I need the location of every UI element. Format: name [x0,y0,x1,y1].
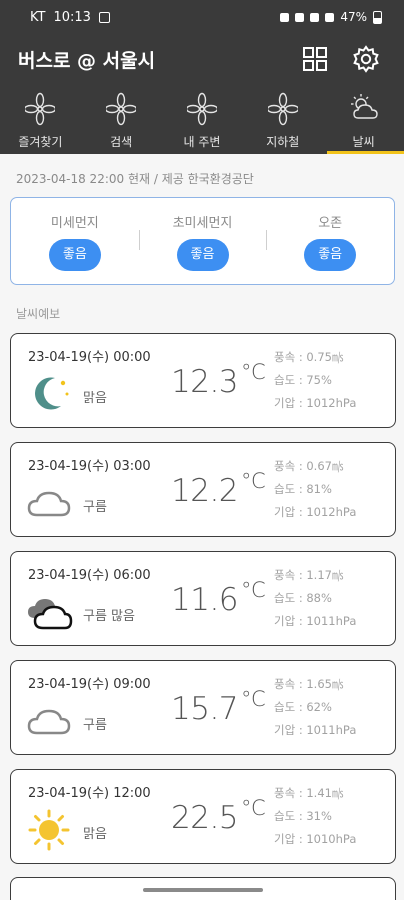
bluetooth-icon [295,12,305,22]
tab-nearby[interactable]: 내 주변 [162,84,243,154]
tab-label: 즐겨찾기 [18,135,63,149]
forecast-card: 23-04-19(수) 09:00 구름 15.7 °C 풍속 : 1.65㎧ 습… [10,660,396,755]
tab-search[interactable]: 검색 [81,84,162,154]
temperature-value: 12.2 [171,473,239,509]
fan-icon [106,92,137,126]
forecast-card: 23-04-19(수) 12:00 맑음 22.5 °C 풍속 : 1.41㎧ 습… [10,769,396,864]
air-quality-name: 미세먼지 [50,216,99,231]
air-quality-item: 오존 좋음 [266,198,394,284]
pressure: 기압 : 1012hPa [274,505,357,519]
temperature-value: 11.6 [171,582,239,618]
forecast-card: 23-04-19(수) 06:00 구름 많음 11.6 °C 풍속 : 1.17… [10,551,396,646]
pressure: 기압 : 1010hPa [274,832,357,846]
cloud-icon [27,709,71,735]
pressure: 기압 : 1011hPa [274,723,357,737]
temperature-unit: °C [241,687,266,711]
air-quality-status-badge: 좋음 [48,239,101,271]
gear-icon[interactable] [352,45,380,73]
tab-subway[interactable]: 지하철 [242,84,323,154]
tab-weather[interactable]: 날씨 [323,84,404,154]
battery-icon [373,10,382,24]
forecast-condition: 맑음 [83,391,107,406]
tab-label: 검색 [110,135,133,149]
tab-label: 날씨 [352,135,375,149]
fan-icon [25,92,56,126]
forecast-datetime: 23-04-19(수) 09:00 [28,677,151,692]
tab-favorites[interactable]: 즐겨찾기 [0,84,81,154]
mute-icon [310,12,320,22]
clock: 10:13 [53,10,91,25]
wind-speed: 풍속 : 1.17㎧ [274,568,344,582]
forecast-datetime: 23-04-19(수) 06:00 [28,568,151,583]
signal-icon [325,12,335,22]
forecast-condition: 구름 [83,718,107,733]
humidity: 습도 : 88% [274,591,332,605]
image-notification-icon [98,12,110,23]
tab-label: 지하철 [266,135,300,149]
status-bar: KT 10:13 47% [0,0,404,36]
air-quality-status-badge: 좋음 [304,239,357,271]
fan-icon [267,92,298,126]
tab-bar: 즐겨찾기 검색 내 주변 지하철 날씨 [0,84,404,154]
fan-icon [186,92,217,126]
tab-label: 내 주변 [183,135,221,149]
wind-speed: 풍속 : 1.41㎧ [274,786,344,800]
grid-icon[interactable] [302,46,328,72]
update-info: 2023-04-18 22:00 현재 / 제공 한국환경공단 [16,172,254,186]
alarm-icon [280,12,290,22]
forecast-temperature: 12.3 °C [171,360,266,400]
air-quality-card: 미세먼지 좋음 초미세먼지 좋음 오존 좋음 [10,197,395,285]
forecast-temperature: 15.7 °C [171,687,266,727]
pressure: 기압 : 1011hPa [274,614,357,628]
temperature-unit: °C [241,469,266,493]
forecast-temperature: 22.5 °C [171,796,266,836]
cloud-icon [27,491,71,517]
forecast-condition: 구름 [83,500,107,515]
forecast-datetime: 23-04-19(수) 00:00 [28,350,151,365]
humidity: 습도 : 81% [274,482,332,496]
temperature-value: 22.5 [171,800,239,836]
forecast-datetime: 23-04-19(수) 03:00 [28,459,151,474]
forecast-card: 23-04-19(수) 03:00 구름 12.2 °C 풍속 : 0.67㎧ 습… [10,442,396,537]
wind-speed: 풍속 : 1.65㎧ [274,677,344,691]
humidity: 습도 : 75% [274,373,332,387]
forecast-condition: 구름 많음 [83,609,135,624]
humidity: 습도 : 31% [274,809,332,823]
forecast-card: 23-04-19(수) 00:00 맑음 12.3 °C 풍속 : 0.75㎧ 습… [10,333,396,428]
battery-percent: 47% [340,10,367,24]
wind-speed: 풍속 : 0.67㎧ [274,459,344,473]
humidity: 습도 : 62% [274,700,332,714]
air-quality-item: 초미세먼지 좋음 [138,198,267,284]
carrier-label: KT [30,10,46,25]
temperature-value: 15.7 [171,691,239,727]
moon-icon [35,377,69,410]
air-quality-name: 오존 [318,216,343,231]
wind-speed: 풍속 : 0.75㎧ [274,350,344,364]
air-quality-name: 초미세먼지 [172,216,233,231]
temperature-unit: °C [241,796,266,820]
forecast-datetime: 23-04-19(수) 12:00 [28,786,151,801]
pressure: 기압 : 1012hPa [274,396,357,410]
forecast-temperature: 11.6 °C [171,578,266,618]
weather-icon [350,94,378,119]
sun-icon [28,809,70,851]
air-quality-item: 미세먼지 좋음 [11,198,139,284]
temperature-unit: °C [241,578,266,602]
forecast-temperature: 12.2 °C [171,469,266,509]
temperature-unit: °C [241,360,266,384]
home-indicator[interactable] [143,888,263,892]
app-bar: 버스로 @ 서울시 [0,36,404,84]
forecast-condition: 맑음 [83,827,107,842]
temperature-value: 12.3 [171,364,239,400]
clouds-icon [28,599,73,630]
forecast-section-label: 날씨예보 [16,307,61,321]
air-quality-status-badge: 좋음 [176,239,229,271]
app-title: 버스로 @ 서울시 [18,50,156,72]
